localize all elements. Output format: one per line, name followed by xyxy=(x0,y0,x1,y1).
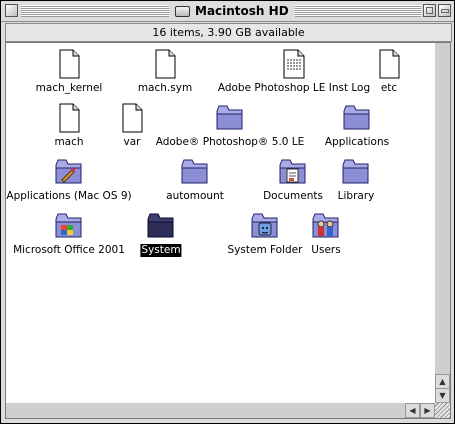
document-icon xyxy=(59,103,80,133)
system-folder-icon xyxy=(147,213,174,238)
document-icon xyxy=(379,49,400,79)
document-icon xyxy=(59,49,80,79)
collapse-box-icon[interactable] xyxy=(438,4,451,17)
item-label: mach.sym xyxy=(137,82,193,94)
item-label: Microsoft Office 2001 xyxy=(13,244,125,256)
item-label: Library xyxy=(337,190,375,202)
office-folder-icon xyxy=(55,213,82,238)
users-folder-icon xyxy=(312,213,339,238)
item-label: automount xyxy=(166,190,224,202)
folder-icon xyxy=(216,105,243,130)
item-mach-kernel[interactable]: mach_kernel xyxy=(19,48,119,98)
icon-view[interactable]: mach_kernel mach.sym Adobe Photoshop LE … xyxy=(5,42,436,404)
scroll-up-arrow-icon[interactable]: ▲ xyxy=(435,374,450,389)
scroll-down-arrow-icon[interactable]: ▼ xyxy=(435,388,450,403)
item-applications-os9[interactable]: Applications (Mac OS 9) xyxy=(6,156,132,206)
item-label: Adobe® Photoshop® 5.0 LE xyxy=(155,136,305,148)
scroll-right-arrow-icon[interactable]: ▶ xyxy=(420,403,435,418)
resize-grip-icon[interactable] xyxy=(435,403,451,419)
item-label: mach_kernel xyxy=(35,82,103,94)
documents-folder-icon xyxy=(279,159,306,184)
item-automount[interactable]: automount xyxy=(145,156,245,206)
item-photoshop-folder[interactable]: Adobe® Photoshop® 5.0 LE xyxy=(156,102,304,152)
item-label: Users xyxy=(311,244,341,256)
text-document-icon xyxy=(283,49,305,79)
item-label: Applications xyxy=(324,136,390,148)
item-system[interactable]: System xyxy=(111,210,211,260)
vertical-scrollbar[interactable]: ▲ ▼ xyxy=(435,42,451,404)
item-label: etc xyxy=(380,82,398,94)
applications-folder-icon xyxy=(55,159,82,184)
item-etc[interactable]: etc xyxy=(339,48,435,98)
hard-disk-icon xyxy=(175,5,190,17)
item-label-selected: System xyxy=(140,244,182,257)
item-label: mach xyxy=(54,136,84,148)
horizontal-scrollbar[interactable]: ◀ ▶ xyxy=(5,403,436,419)
item-label: var xyxy=(123,136,141,148)
item-library[interactable]: Library xyxy=(306,156,406,206)
item-microsoft-office[interactable]: Microsoft Office 2001 xyxy=(13,210,125,260)
finder-window: Macintosh HD 16 items, 3.90 GB available… xyxy=(0,0,455,424)
close-box-icon[interactable] xyxy=(5,4,18,17)
zoom-box-icon[interactable] xyxy=(423,4,436,17)
folder-icon xyxy=(342,159,369,184)
item-applications[interactable]: Applications xyxy=(307,102,407,152)
item-mach-sym[interactable]: mach.sym xyxy=(115,48,215,98)
item-photoshop-inst-log[interactable]: Adobe Photoshop LE Inst Log xyxy=(218,48,370,98)
folder-icon xyxy=(343,105,370,130)
window-title-text: Macintosh HD xyxy=(195,4,289,18)
item-label: Applications (Mac OS 9) xyxy=(6,190,132,202)
scroll-left-arrow-icon[interactable]: ◀ xyxy=(405,403,420,418)
status-header: 16 items, 3.90 GB available xyxy=(5,23,452,42)
folder-icon xyxy=(181,159,208,184)
window-title: Macintosh HD xyxy=(169,3,295,19)
title-bar[interactable]: Macintosh HD xyxy=(1,1,454,22)
document-icon xyxy=(155,49,176,79)
document-icon xyxy=(122,103,143,133)
item-users[interactable]: Users xyxy=(276,210,376,260)
